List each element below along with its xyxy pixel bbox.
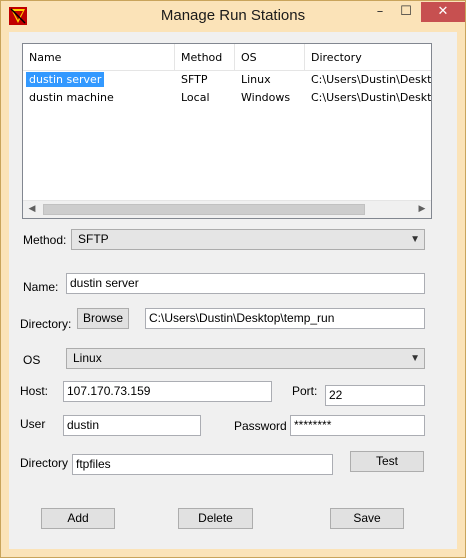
row-os: Windows — [241, 91, 291, 104]
password-label: Password — [234, 419, 287, 433]
chevron-down-icon: ▼ — [410, 353, 420, 364]
manage-run-stations-window: Manage Run Stations – ☐ ✕ Name Method OS… — [0, 0, 466, 558]
row-directory: C:\Users\Dustin\Desktop — [311, 91, 431, 104]
browse-button[interactable]: Browse — [77, 308, 129, 329]
save-button[interactable]: Save — [330, 508, 404, 529]
maximize-button[interactable]: ☐ — [393, 2, 419, 22]
horizontal-scrollbar[interactable]: ◀ ▶ — [23, 200, 431, 218]
password-field[interactable]: ******** — [290, 415, 425, 436]
list-header: Name Method OS Directory — [23, 44, 431, 71]
row-method: Local — [181, 91, 210, 104]
close-button[interactable]: ✕ — [421, 2, 465, 22]
title-bar: Manage Run Stations – ☐ ✕ — [1, 1, 465, 31]
name-label: Name: — [23, 280, 59, 294]
port-label: Port: — [292, 384, 318, 398]
user-field[interactable]: dustin — [63, 415, 201, 436]
row-name: dustin machine — [29, 91, 114, 104]
row-directory: C:\Users\Dustin\Desktop — [311, 73, 431, 86]
column-header-directory[interactable]: Directory — [305, 44, 431, 71]
run-stations-list[interactable]: Name Method OS Directory dustin server S… — [22, 43, 432, 219]
row-name-cell: dustin server — [23, 71, 175, 89]
row-method: SFTP — [181, 73, 208, 86]
column-header-os[interactable]: OS — [235, 44, 305, 71]
row-os: Linux — [241, 73, 271, 86]
add-button[interactable]: Add — [41, 508, 115, 529]
method-select[interactable]: SFTP ▼ — [71, 229, 425, 250]
list-row[interactable]: dustin server SFTP Linux C:\Users\Dustin… — [23, 71, 431, 89]
host-label: Host: — [20, 384, 49, 398]
name-field[interactable]: dustin server — [66, 273, 425, 294]
user-label: User — [20, 417, 46, 431]
list-row[interactable]: dustin machine Local Windows C:\Users\Du… — [23, 89, 431, 107]
delete-button[interactable]: Delete — [178, 508, 253, 529]
column-header-method[interactable]: Method — [175, 44, 235, 71]
remote-directory-field[interactable]: ftpfiles — [72, 454, 333, 475]
test-button[interactable]: Test — [350, 451, 424, 472]
method-label: Method: — [23, 233, 67, 247]
directory-label: Directory: — [20, 317, 72, 331]
dialog-body: Name Method OS Directory dustin server S… — [9, 32, 457, 549]
column-header-name[interactable]: Name — [23, 44, 175, 71]
os-label: OS — [23, 353, 41, 367]
minimize-button[interactable]: – — [367, 2, 393, 22]
chevron-down-icon: ▼ — [410, 234, 420, 245]
row-name: dustin server — [26, 72, 105, 87]
scrollbar-thumb[interactable] — [43, 204, 365, 215]
port-field[interactable]: 22 — [325, 385, 425, 406]
remote-directory-label: Directory — [20, 456, 69, 470]
os-select[interactable]: Linux ▼ — [66, 348, 425, 369]
directory-field[interactable]: C:\Users\Dustin\Desktop\temp_run — [145, 308, 425, 329]
host-field[interactable]: 107.170.73.159 — [63, 381, 272, 402]
method-select-value: SFTP — [78, 232, 109, 246]
scroll-left-icon[interactable]: ◀ — [23, 201, 41, 218]
scroll-right-icon[interactable]: ▶ — [413, 201, 431, 218]
os-select-value: Linux — [73, 351, 102, 365]
